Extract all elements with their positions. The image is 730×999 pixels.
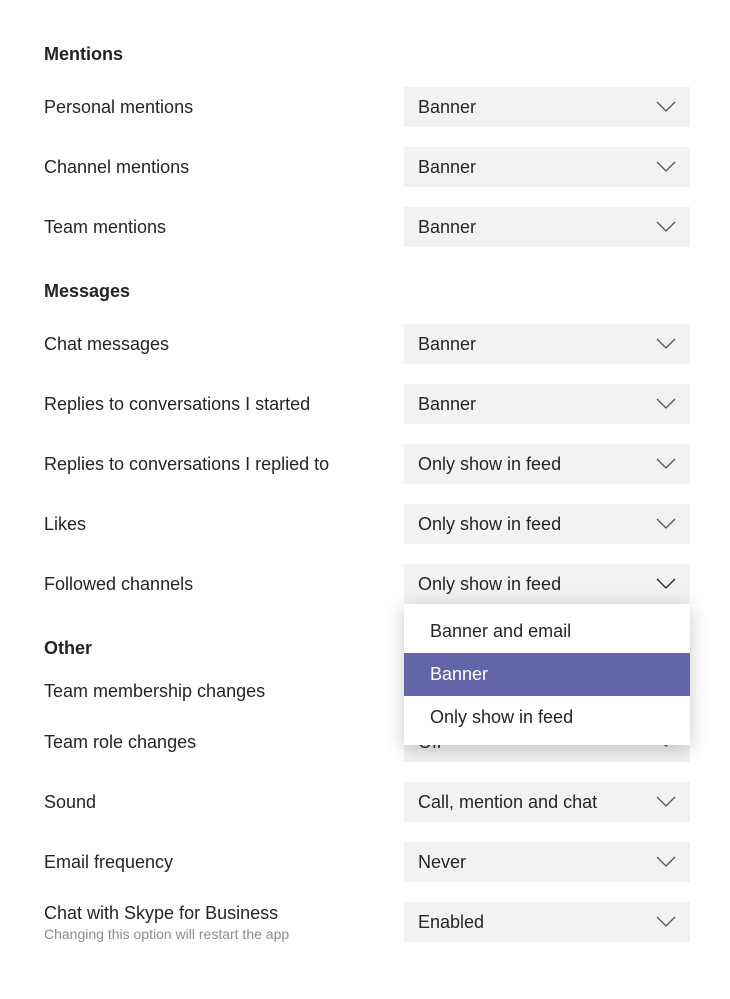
select-value: Only show in feed bbox=[418, 514, 656, 535]
select-value: Only show in feed bbox=[418, 574, 656, 595]
row-sound: Sound Call, mention and chat bbox=[44, 782, 690, 822]
label-skype-sub: Changing this option will restart the ap… bbox=[44, 926, 404, 942]
label-skype: Chat with Skype for Business Changing th… bbox=[44, 903, 404, 942]
select-value: Only show in feed bbox=[418, 454, 656, 475]
row-chat-messages: Chat messages Banner bbox=[44, 324, 690, 364]
chevron-down-icon bbox=[656, 458, 676, 470]
label-team-role: Team role changes bbox=[44, 732, 404, 753]
select-skype[interactable]: Enabled bbox=[404, 902, 690, 942]
row-followed-channels: Followed channels Only show in feed Bann… bbox=[44, 564, 690, 604]
select-replies-replied[interactable]: Only show in feed bbox=[404, 444, 690, 484]
chevron-down-icon bbox=[656, 916, 676, 928]
row-email-frequency: Email frequency Never bbox=[44, 842, 690, 882]
select-personal-mentions[interactable]: Banner bbox=[404, 87, 690, 127]
label-team-membership: Team membership changes bbox=[44, 681, 404, 702]
chevron-down-icon bbox=[656, 796, 676, 808]
dropdown-option-banner-and-email[interactable]: Banner and email bbox=[404, 610, 690, 653]
row-skype: Chat with Skype for Business Changing th… bbox=[44, 902, 690, 942]
select-value: Banner bbox=[418, 217, 656, 238]
label-personal-mentions: Personal mentions bbox=[44, 97, 404, 118]
select-value: Banner bbox=[418, 334, 656, 355]
row-replies-started: Replies to conversations I started Banne… bbox=[44, 384, 690, 424]
select-replies-started[interactable]: Banner bbox=[404, 384, 690, 424]
label-followed-channels: Followed channels bbox=[44, 574, 404, 595]
select-value: Banner bbox=[418, 97, 656, 118]
chevron-down-icon bbox=[656, 578, 676, 590]
label-chat-messages: Chat messages bbox=[44, 334, 404, 355]
label-channel-mentions: Channel mentions bbox=[44, 157, 404, 178]
row-personal-mentions: Personal mentions Banner bbox=[44, 87, 690, 127]
dropdown-option-only-show-in-feed[interactable]: Only show in feed bbox=[404, 696, 690, 739]
chevron-down-icon bbox=[656, 161, 676, 173]
label-sound: Sound bbox=[44, 792, 404, 813]
select-team-mentions[interactable]: Banner bbox=[404, 207, 690, 247]
dropdown-option-banner[interactable]: Banner bbox=[404, 653, 690, 696]
select-value: Banner bbox=[418, 394, 656, 415]
select-value: Enabled bbox=[418, 912, 656, 933]
chevron-down-icon bbox=[656, 856, 676, 868]
select-value: Call, mention and chat bbox=[418, 792, 656, 813]
label-likes: Likes bbox=[44, 514, 404, 535]
select-channel-mentions[interactable]: Banner bbox=[404, 147, 690, 187]
select-followed-channels[interactable]: Only show in feed bbox=[404, 564, 690, 604]
chevron-down-icon bbox=[656, 398, 676, 410]
select-email-frequency[interactable]: Never bbox=[404, 842, 690, 882]
select-likes[interactable]: Only show in feed bbox=[404, 504, 690, 544]
section-title-messages: Messages bbox=[44, 281, 690, 302]
chevron-down-icon bbox=[656, 221, 676, 233]
chevron-down-icon bbox=[656, 518, 676, 530]
row-replies-replied: Replies to conversations I replied to On… bbox=[44, 444, 690, 484]
label-email-frequency: Email frequency bbox=[44, 852, 404, 873]
chevron-down-icon bbox=[656, 101, 676, 113]
label-team-mentions: Team mentions bbox=[44, 217, 404, 238]
label-skype-text: Chat with Skype for Business bbox=[44, 903, 404, 924]
row-team-mentions: Team mentions Banner bbox=[44, 207, 690, 247]
chevron-down-icon bbox=[656, 338, 676, 350]
select-sound[interactable]: Call, mention and chat bbox=[404, 782, 690, 822]
label-replies-replied: Replies to conversations I replied to bbox=[44, 454, 404, 475]
select-chat-messages[interactable]: Banner bbox=[404, 324, 690, 364]
section-title-mentions: Mentions bbox=[44, 44, 690, 65]
row-channel-mentions: Channel mentions Banner bbox=[44, 147, 690, 187]
label-replies-started: Replies to conversations I started bbox=[44, 394, 404, 415]
row-likes: Likes Only show in feed bbox=[44, 504, 690, 544]
select-value: Never bbox=[418, 852, 656, 873]
select-value: Banner bbox=[418, 157, 656, 178]
dropdown-followed-channels: Banner and email Banner Only show in fee… bbox=[404, 604, 690, 745]
